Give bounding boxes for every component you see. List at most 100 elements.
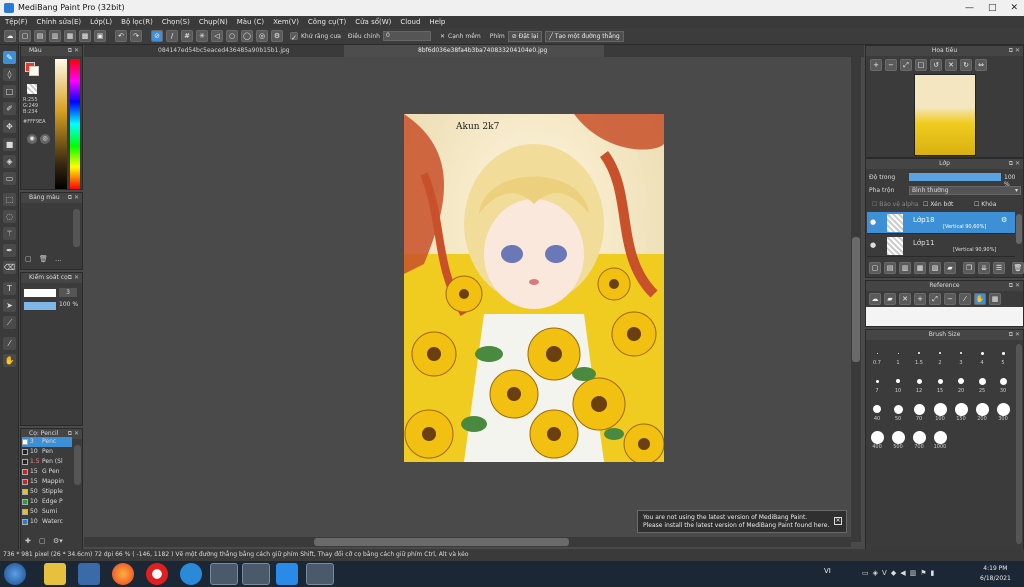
brush-item[interactable]: 10 Pen (22, 447, 72, 457)
reset-button[interactable]: ⊘ Đặt lại (507, 30, 543, 42)
duplicate-layer-icon[interactable]: ❐ (963, 262, 975, 274)
brush-add-icon[interactable]: ✚ (25, 537, 31, 545)
reference-cloud-icon[interactable]: ☁ (869, 293, 881, 305)
tray-flag-icon[interactable]: ⚑ (920, 569, 926, 577)
menu-tools[interactable]: Công cụ(T) (308, 16, 346, 28)
new-layer-icon[interactable]: ▢ (869, 262, 881, 274)
new-1bit-layer-icon[interactable]: ▦ (914, 262, 926, 274)
layers-scrollbar[interactable] (1016, 214, 1022, 244)
tab-document-2[interactable]: 8bf6d036e38fa4b3ba740833204104e0.jpg (344, 45, 604, 57)
tray-v-icon[interactable]: V (882, 569, 887, 577)
fill-rect-tool-icon[interactable]: ■ (3, 138, 16, 151)
language-indicator[interactable]: VI (824, 567, 831, 575)
clock[interactable]: 4:19 PM 6/18/2021 (980, 564, 1011, 584)
magic-wand-tool-icon[interactable]: ⚚ (3, 227, 16, 240)
brush-size-option[interactable]: 200 (972, 402, 992, 422)
layer-row[interactable]: ● Lớp18 [Vertical 90,60%] ⚙ (867, 212, 1015, 234)
transparent-color-swatch[interactable] (27, 84, 37, 94)
palette-scrollbar[interactable] (73, 209, 80, 247)
menu-view[interactable]: Xem(V) (273, 16, 299, 28)
brush-size-option[interactable]: 25 (972, 374, 992, 394)
delete-layer-icon[interactable]: 🗑 (1012, 262, 1024, 274)
brush-size-option[interactable]: 1000 (930, 430, 950, 450)
menu-edit[interactable]: Chỉnh sửa(E) (37, 16, 82, 28)
snap-settings-icon[interactable]: ⚙ (271, 30, 283, 42)
horizontal-scrollbar[interactable] (84, 537, 851, 547)
zoom-in-icon[interactable]: + (870, 59, 882, 71)
brush-size-option[interactable]: 20 (951, 374, 971, 394)
undo-icon[interactable]: ↶ (115, 30, 127, 42)
snap-off-icon[interactable]: ⊘ (151, 30, 163, 42)
file-explorer-icon[interactable] (44, 563, 66, 585)
brush-size-option[interactable]: 0.7 (867, 346, 887, 366)
operation-tool-icon[interactable]: ➤ (3, 299, 16, 312)
tray-app-icon[interactable]: ◈ (873, 569, 878, 577)
layer-row[interactable]: ● Lớp11 [Vertical 90,90%] (867, 235, 1015, 257)
brush-size-option[interactable]: 1 (888, 346, 908, 366)
reference-close-icon[interactable]: ✕ (899, 293, 911, 305)
folder-icon[interactable]: ▰ (944, 262, 956, 274)
create-line-button[interactable]: ╱ Tạo một đường thẳng (545, 30, 624, 42)
brush-size-option[interactable]: 500 (888, 430, 908, 450)
opera-icon[interactable] (146, 563, 168, 585)
snap-circle-icon[interactable]: ○ (226, 30, 238, 42)
reference-eyedropper-icon[interactable]: ⁄ (959, 293, 971, 305)
palette-more-button[interactable]: ... (55, 255, 62, 263)
brush-item[interactable]: 3 Penc (22, 437, 72, 447)
color-picker-icon[interactable]: ◎ (40, 134, 50, 144)
gradient-tool-icon[interactable]: ▭ (3, 172, 16, 185)
palette-add-icon[interactable]: ▢ (25, 255, 32, 263)
tray-chat-icon[interactable]: ▭ (862, 569, 869, 577)
eraser-tool-icon[interactable]: ◊ (3, 68, 16, 81)
menu-snap[interactable]: Chụp(N) (199, 16, 228, 28)
cloud-icon[interactable]: ☁ (4, 30, 16, 42)
notification-close-icon[interactable]: ✕ (834, 517, 842, 525)
blend-mode-select[interactable]: Bình thường ▾ (909, 186, 1021, 195)
reference-grid-icon[interactable]: ▦ (989, 293, 1001, 305)
rotate-left-icon[interactable]: ↺ (930, 59, 942, 71)
reset-view-icon[interactable]: ✕ (945, 59, 957, 71)
redo-icon[interactable]: ↷ (130, 30, 142, 42)
brush-item[interactable]: 15 G Pen (22, 467, 72, 477)
close-button[interactable]: ✕ (1010, 0, 1018, 16)
lock-checkbox[interactable]: ☐ Khóa (974, 201, 996, 208)
actual-size-icon[interactable]: □ (915, 59, 927, 71)
tray-speaker-icon[interactable]: ◀ (900, 569, 905, 577)
brush-size-option[interactable]: 700 (909, 430, 929, 450)
menu-select[interactable]: Chọn(S) (162, 16, 190, 28)
start-button-icon[interactable] (4, 563, 26, 585)
new-file-icon[interactable]: ▢ (19, 30, 31, 42)
brush-size-option[interactable]: 50 (888, 402, 908, 422)
brush-size-option[interactable]: 4 (972, 346, 992, 366)
brush-item[interactable]: 1.5 Pen (Sl (22, 457, 72, 467)
menu-window[interactable]: Cửa sổ(W) (355, 16, 391, 28)
layer-opacity-slider[interactable] (909, 173, 1001, 181)
adjust-input[interactable]: 0 (382, 31, 431, 41)
tray-power-icon[interactable]: ▮ (931, 569, 935, 577)
brush-item[interactable]: 10 Edge P (22, 497, 72, 507)
pen-tool-icon[interactable]: ✐ (3, 102, 16, 115)
menu-filter[interactable]: Bộ lọc(R) (121, 16, 153, 28)
eyedropper-tool-icon[interactable]: ⁄ (3, 337, 16, 350)
chrome-icon[interactable] (210, 563, 238, 585)
maximize-button[interactable]: □ (988, 0, 997, 16)
zalo-icon[interactable] (276, 563, 298, 585)
brush-item[interactable]: 50 Stipple (22, 487, 72, 497)
internet-explorer-icon[interactable] (180, 563, 202, 585)
move-tool-icon[interactable]: ✥ (3, 120, 16, 133)
brush-copy-icon[interactable]: ▢ (39, 537, 46, 545)
new-8bit-layer-icon[interactable]: ▥ (899, 262, 911, 274)
brush-size-option[interactable]: 1.5 (909, 346, 929, 366)
reference-zoom-in-icon[interactable]: + (914, 293, 926, 305)
brush-size-option[interactable]: 70 (909, 402, 929, 422)
grid-icon[interactable]: ▦ (64, 30, 76, 42)
brush-size-option[interactable]: 100 (930, 402, 950, 422)
hand-tool-icon[interactable]: ✋ (3, 354, 16, 367)
reference-view[interactable] (866, 307, 1023, 326)
snap-curve-icon[interactable]: ◎ (256, 30, 268, 42)
menu-color[interactable]: Màu (C) (237, 16, 264, 28)
bucket-tool-icon[interactable]: ◈ (3, 155, 16, 168)
flip-icon[interactable]: ⇔ (975, 59, 987, 71)
brush-size-scrollbar[interactable] (1016, 344, 1022, 544)
brush-item[interactable]: 15 Mappin (22, 477, 72, 487)
